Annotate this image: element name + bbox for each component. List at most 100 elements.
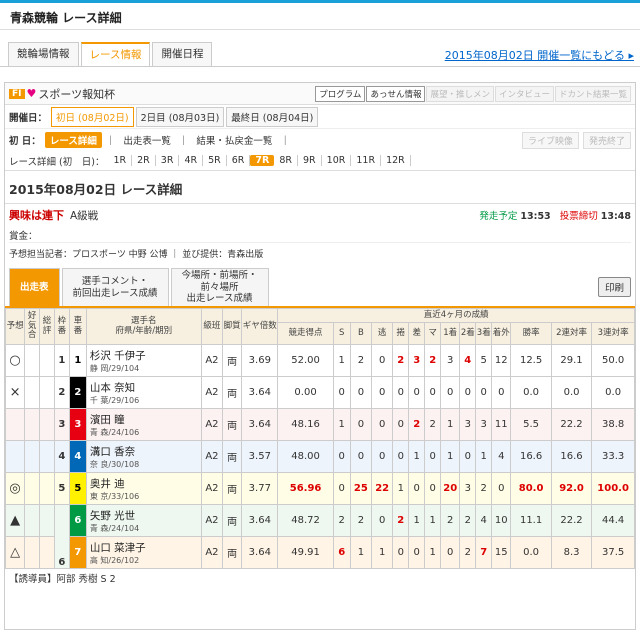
race-number-10R[interactable]: 10R: [322, 155, 352, 166]
win-rate-cell: 5.5: [510, 408, 552, 441]
player-info: 高 知/26/102: [89, 555, 140, 565]
race-header-button-1[interactable]: あっせん情報: [366, 85, 426, 102]
player-name[interactable]: 濱田 瞳: [90, 412, 200, 427]
style-cell: 両: [222, 344, 243, 377]
menu-item-0[interactable]: 出走表一覧: [119, 133, 175, 147]
nige-cell: 22: [371, 472, 394, 505]
race-number-5R[interactable]: 5R: [203, 155, 227, 166]
player-name-cell[interactable]: 山口 菜津子高 知/26/102: [85, 536, 202, 569]
style-cell: 両: [222, 472, 243, 505]
back-to-list-link[interactable]: 2015年08月02日 開催一覧にもどる ▸: [445, 47, 634, 63]
sub-tab-0[interactable]: 出走表: [9, 268, 60, 306]
player-name-cell[interactable]: 溝口 香奈奈 良/30/108: [85, 440, 202, 473]
day-tab-0[interactable]: 初日 (08月02日): [51, 106, 134, 127]
player-name-cell[interactable]: 奥井 迪東 京/33/106: [85, 472, 202, 505]
first-cell: 3: [440, 344, 461, 377]
player-name[interactable]: 山本 奈知: [90, 380, 200, 395]
kocho-cell: [24, 472, 41, 505]
player-name[interactable]: 溝口 香奈: [90, 444, 200, 459]
second-cell: 3: [459, 472, 477, 505]
race-number-4R[interactable]: 4R: [179, 155, 204, 166]
live-buttons: ライブ映像 発売終了: [518, 131, 631, 149]
quinella2-cell: 92.0: [550, 472, 593, 505]
first-cell: 0: [440, 376, 461, 409]
player-name[interactable]: 矢野 光世: [90, 508, 200, 523]
sub-tab-2[interactable]: 今場所・前場所・ 前々場所 出走レース成績: [170, 268, 269, 306]
out-cell: 12: [491, 344, 512, 377]
race-number-2R[interactable]: 2R: [132, 155, 156, 166]
score-cell: 49.91: [277, 536, 334, 569]
race-number-6R[interactable]: 6R: [227, 155, 251, 166]
day-tab-2[interactable]: 最終日 (08月04日): [226, 106, 319, 127]
player-name[interactable]: 杉沢 千伊子: [90, 348, 200, 363]
kocho-cell: [24, 440, 41, 473]
race-number-8R[interactable]: 8R: [274, 155, 298, 166]
class-cell: A2: [200, 408, 224, 441]
th-quinella2: 2連対率: [550, 322, 593, 345]
print-button[interactable]: 印刷: [597, 277, 631, 297]
sohyo-cell: [39, 472, 55, 505]
quinella3-cell: 50.0: [591, 344, 635, 377]
th-name: 選手名 府県/年齢/期別: [85, 308, 202, 345]
score-cell: 48.16: [277, 408, 334, 441]
score-cell: 52.00: [277, 344, 334, 377]
th-kyu: 級班: [200, 308, 224, 345]
race-number-7R[interactable]: 7R: [250, 155, 275, 166]
gear-cell: 3.77: [241, 472, 279, 505]
style-cell: 両: [222, 440, 243, 473]
table-row: ◎ 5 5 奥井 迪東 京/33/106 A2 両 3.77 56.96 0 25 22 1 0 0 20 3…: [4, 472, 635, 505]
second-cell: 2: [459, 504, 477, 537]
sub-tab-list: 出走表 選手コメント・ 前回出走レース成績 今場所・前場所・ 前々場所 出走レース成…: [9, 268, 271, 306]
race-number-3R[interactable]: 3R: [156, 155, 180, 166]
gear-cell: 3.64: [241, 536, 279, 569]
page-title-bar: 青森競輪 レース詳細: [0, 0, 640, 30]
race-number-12R[interactable]: 12R: [381, 155, 411, 166]
class-cell: A2: [200, 440, 224, 473]
third-cell: 3: [475, 408, 493, 441]
main-tabs: 競輪場情報 レース情報 開催日程: [8, 42, 214, 66]
menu-item-1[interactable]: 結果・払戻金一覧: [192, 133, 276, 147]
th-nige: 逃: [371, 322, 394, 345]
prediction-mark: ▲: [4, 504, 26, 537]
kocho-cell: [24, 536, 41, 569]
nige-cell: 0: [371, 440, 394, 473]
quinella3-cell: 0.0: [591, 376, 635, 409]
sashi-cell: 0: [408, 536, 426, 569]
menu-current[interactable]: レース詳細: [44, 132, 102, 148]
tab-1[interactable]: レース情報: [80, 42, 151, 66]
guide-rider: 【誘導員】阿部 秀樹 S 2: [9, 574, 116, 585]
player-name[interactable]: 山口 菜津子: [90, 540, 200, 555]
s-cell: 0: [332, 472, 351, 505]
start-time: 13:53: [520, 211, 551, 222]
race-number-11R[interactable]: 11R: [351, 155, 382, 166]
kocho-cell: [24, 504, 41, 537]
sha-cell: 6: [68, 504, 87, 537]
sashi-cell: 0: [408, 472, 426, 505]
tab-2[interactable]: 開催日程: [152, 42, 213, 66]
out-cell: 11: [491, 408, 512, 441]
day-tab-1[interactable]: 2日目 (08月03日): [135, 106, 225, 127]
s-cell: 0: [332, 440, 351, 473]
tab-0[interactable]: 競輪場情報: [8, 42, 79, 66]
sha-cell: 3: [68, 408, 87, 441]
player-name-cell[interactable]: 濱田 瞳青 森/24/106: [85, 408, 202, 441]
sohyo-cell: [39, 440, 55, 473]
player-name[interactable]: 奥井 迪: [90, 476, 200, 491]
tabs-underline: [0, 66, 640, 67]
sub-tab-1[interactable]: 選手コメント・ 前回出走レース成績: [61, 268, 169, 306]
score-cell: 48.72: [277, 504, 334, 537]
second-cell: 0: [459, 376, 477, 409]
mark-cell: 1: [424, 504, 442, 537]
race-number-1R[interactable]: 1R: [108, 155, 133, 166]
first-cell: 0: [440, 536, 461, 569]
race-number-9R[interactable]: 9R: [298, 155, 322, 166]
win-rate-cell: 11.1: [510, 504, 552, 537]
player-name-cell[interactable]: 矢野 光世青 森/24/104: [85, 504, 202, 537]
third-cell: 4: [475, 504, 493, 537]
entry-table-body: ○ 1 1 杉沢 千伊子静 岡/29/104 A2 両 3.69 52.00 1 2 0 2 3 2 3 4 5…: [4, 344, 635, 569]
player-name-cell[interactable]: 杉沢 千伊子静 岡/29/104: [85, 344, 202, 377]
race-header-button-0[interactable]: プログラム: [315, 85, 366, 102]
day-tabs: 初日 (08月02日) 2日目 (08月03日) 最終日 (08月04日): [51, 106, 320, 127]
b-cell: 0: [349, 408, 373, 441]
player-name-cell[interactable]: 山本 奈知千 葉/29/106: [85, 376, 202, 409]
